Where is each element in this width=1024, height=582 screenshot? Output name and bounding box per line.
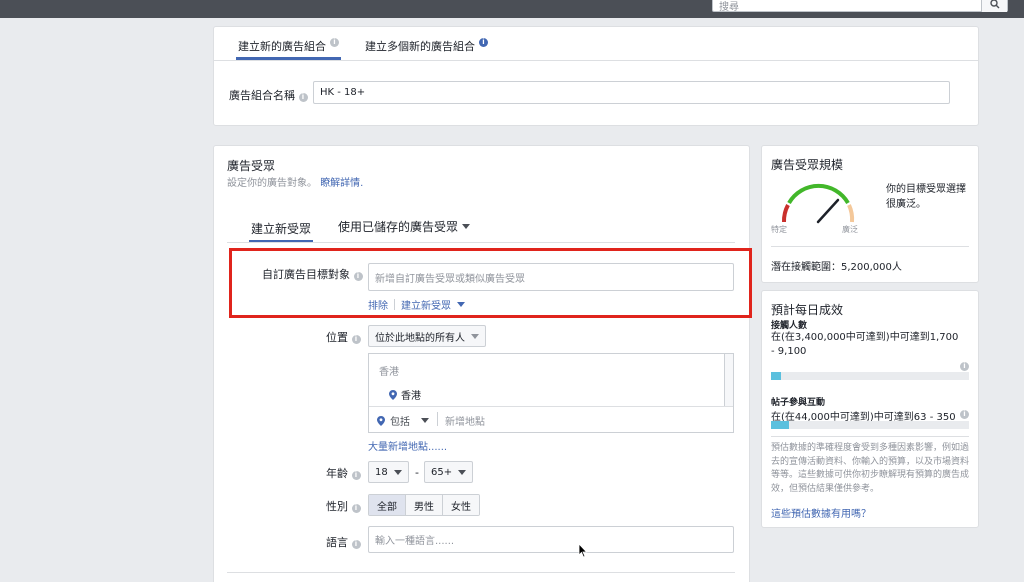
- tab-create-new-audience[interactable]: 建立新受眾: [241, 212, 321, 243]
- tab-label: 建立多個新的廣告組合: [365, 40, 475, 53]
- divider: [369, 406, 733, 407]
- gender-option-male[interactable]: 男性: [406, 495, 443, 515]
- audience-title: 廣告受眾: [227, 159, 276, 173]
- search-placeholder: 搜尋: [719, 2, 739, 13]
- info-icon[interactable]: i: [960, 410, 969, 419]
- language-label-row: 語言 i: [326, 534, 361, 550]
- location-region-header: 香港: [379, 367, 399, 378]
- tab-label: 建立新受眾: [251, 222, 312, 236]
- engagement-bar: [771, 421, 969, 429]
- divider: [771, 436, 969, 437]
- search-button[interactable]: [981, 0, 1007, 12]
- gender-label-row: 性別 i: [326, 498, 361, 514]
- reach-label: 接觸人數: [771, 321, 808, 331]
- scrollbar[interactable]: [724, 354, 733, 406]
- chevron-down-icon: [421, 418, 429, 423]
- gauge-broad-label: 廣泛: [842, 225, 858, 234]
- tab-saved-audience[interactable]: 使用已儲存的廣告受眾: [328, 212, 480, 243]
- info-icon[interactable]: i: [960, 362, 969, 371]
- divider: [227, 572, 735, 573]
- top-nav-bar: 搜尋: [0, 0, 1024, 18]
- language-label: 語言: [326, 536, 348, 549]
- add-location-input[interactable]: 新增地點: [445, 413, 485, 428]
- location-label: 位置: [326, 331, 348, 344]
- estimate-disclaimer: 預估數據的準確程度會受到多種因素影響，例如過去的宣傳活動資料、你輸入的預算，以及…: [771, 443, 970, 494]
- search-icon: [989, 0, 999, 9]
- divider: [771, 246, 969, 247]
- chevron-down-icon: [462, 223, 471, 229]
- map-pin-icon: [377, 415, 385, 426]
- location-box: 香港 香港 包括 新增地點: [368, 353, 734, 433]
- engagement-label: 帖子參與互動: [771, 398, 826, 408]
- estimates-helpful-link[interactable]: 這些預估數據有用嗎？: [771, 505, 871, 520]
- audience-subtitle: 設定你的廣告對象。: [227, 178, 317, 189]
- mouse-cursor-icon: [578, 543, 588, 558]
- highlight-box: [229, 248, 752, 318]
- location-type-dropdown[interactable]: 位於此地點的所有人: [368, 325, 486, 347]
- learn-more-link[interactable]: 瞭解詳情.: [320, 178, 363, 189]
- location-label-row: 位置 i: [326, 329, 361, 345]
- reach-value: 在(在3,400,000中可達到)中可達到1,700 - 9,100: [771, 332, 959, 357]
- reach-bar: [771, 372, 969, 380]
- location-type-value: 位於此地點的所有人: [375, 332, 465, 344]
- age-max-value: 65+: [431, 466, 453, 478]
- divider: [213, 60, 979, 61]
- info-icon[interactable]: i: [298, 93, 308, 102]
- search-input[interactable]: 搜尋: [712, 0, 1008, 13]
- potential-reach: 潛在接觸範圍：5,200,000人: [771, 262, 902, 273]
- engagement-bar-fill: [771, 421, 789, 429]
- daily-results-title: 預計每日成效: [771, 303, 844, 317]
- info-icon[interactable]: i: [330, 38, 339, 47]
- gender-option-female[interactable]: 女性: [443, 495, 479, 515]
- language-input[interactable]: 輸入一種語言......: [368, 526, 734, 553]
- chevron-down-icon: [393, 469, 402, 475]
- age-dash: -: [415, 466, 419, 479]
- audience-size-title: 廣告受眾規模: [771, 158, 844, 172]
- tab-create-new-adset[interactable]: 建立新的廣告組合 i: [228, 30, 349, 60]
- separator: [437, 412, 438, 426]
- location-item: 香港: [389, 387, 421, 402]
- divider: [227, 242, 735, 243]
- gender-selector: 全部 男性 女性: [368, 494, 480, 516]
- reach-bar-fill: [771, 372, 781, 380]
- adset-name-field[interactable]: HK - 18+: [313, 81, 950, 104]
- info-icon[interactable]: i: [351, 471, 361, 480]
- gauge-needle: [816, 198, 840, 224]
- chevron-down-icon: [458, 469, 467, 475]
- adset-name-label-row: 廣告組合名稱 i: [229, 87, 308, 103]
- audience-size-description: 你的目標受眾選擇很廣泛。: [886, 184, 966, 210]
- info-icon[interactable]: i: [351, 504, 361, 513]
- location-item-label: 香港: [401, 391, 421, 402]
- gender-label: 性別: [326, 500, 348, 513]
- audience-subtitle-row: 設定你的廣告對象。 瞭解詳情.: [227, 174, 363, 189]
- gender-option-all[interactable]: 全部: [369, 495, 406, 515]
- audience-gauge: [782, 183, 855, 224]
- age-label-row: 年齡 i: [326, 465, 361, 481]
- age-min-dropdown[interactable]: 18: [368, 461, 409, 483]
- chevron-down-icon: [471, 333, 479, 339]
- adset-tabs: 建立新的廣告組合 i 建立多個新的廣告組合 i: [228, 30, 498, 60]
- bulk-add-locations-link[interactable]: 大量新增地點......: [368, 438, 447, 453]
- age-label: 年齡: [326, 467, 348, 480]
- age-max-dropdown[interactable]: 65+: [424, 461, 474, 483]
- map-pin-icon: [389, 389, 397, 400]
- tab-label: 使用已儲存的廣告受眾: [338, 220, 459, 234]
- adset-name-label: 廣告組合名稱: [229, 89, 295, 102]
- gauge-specific-label: 特定: [771, 225, 787, 234]
- include-label: 包括: [390, 417, 410, 428]
- age-min-value: 18: [375, 466, 388, 478]
- info-icon[interactable]: i: [351, 335, 361, 344]
- tab-create-multiple-adsets[interactable]: 建立多個新的廣告組合 i: [355, 30, 498, 60]
- info-icon[interactable]: i: [479, 38, 488, 47]
- tab-label: 建立新的廣告組合: [238, 40, 326, 53]
- include-dropdown[interactable]: 包括: [377, 413, 429, 428]
- info-icon[interactable]: i: [351, 540, 361, 549]
